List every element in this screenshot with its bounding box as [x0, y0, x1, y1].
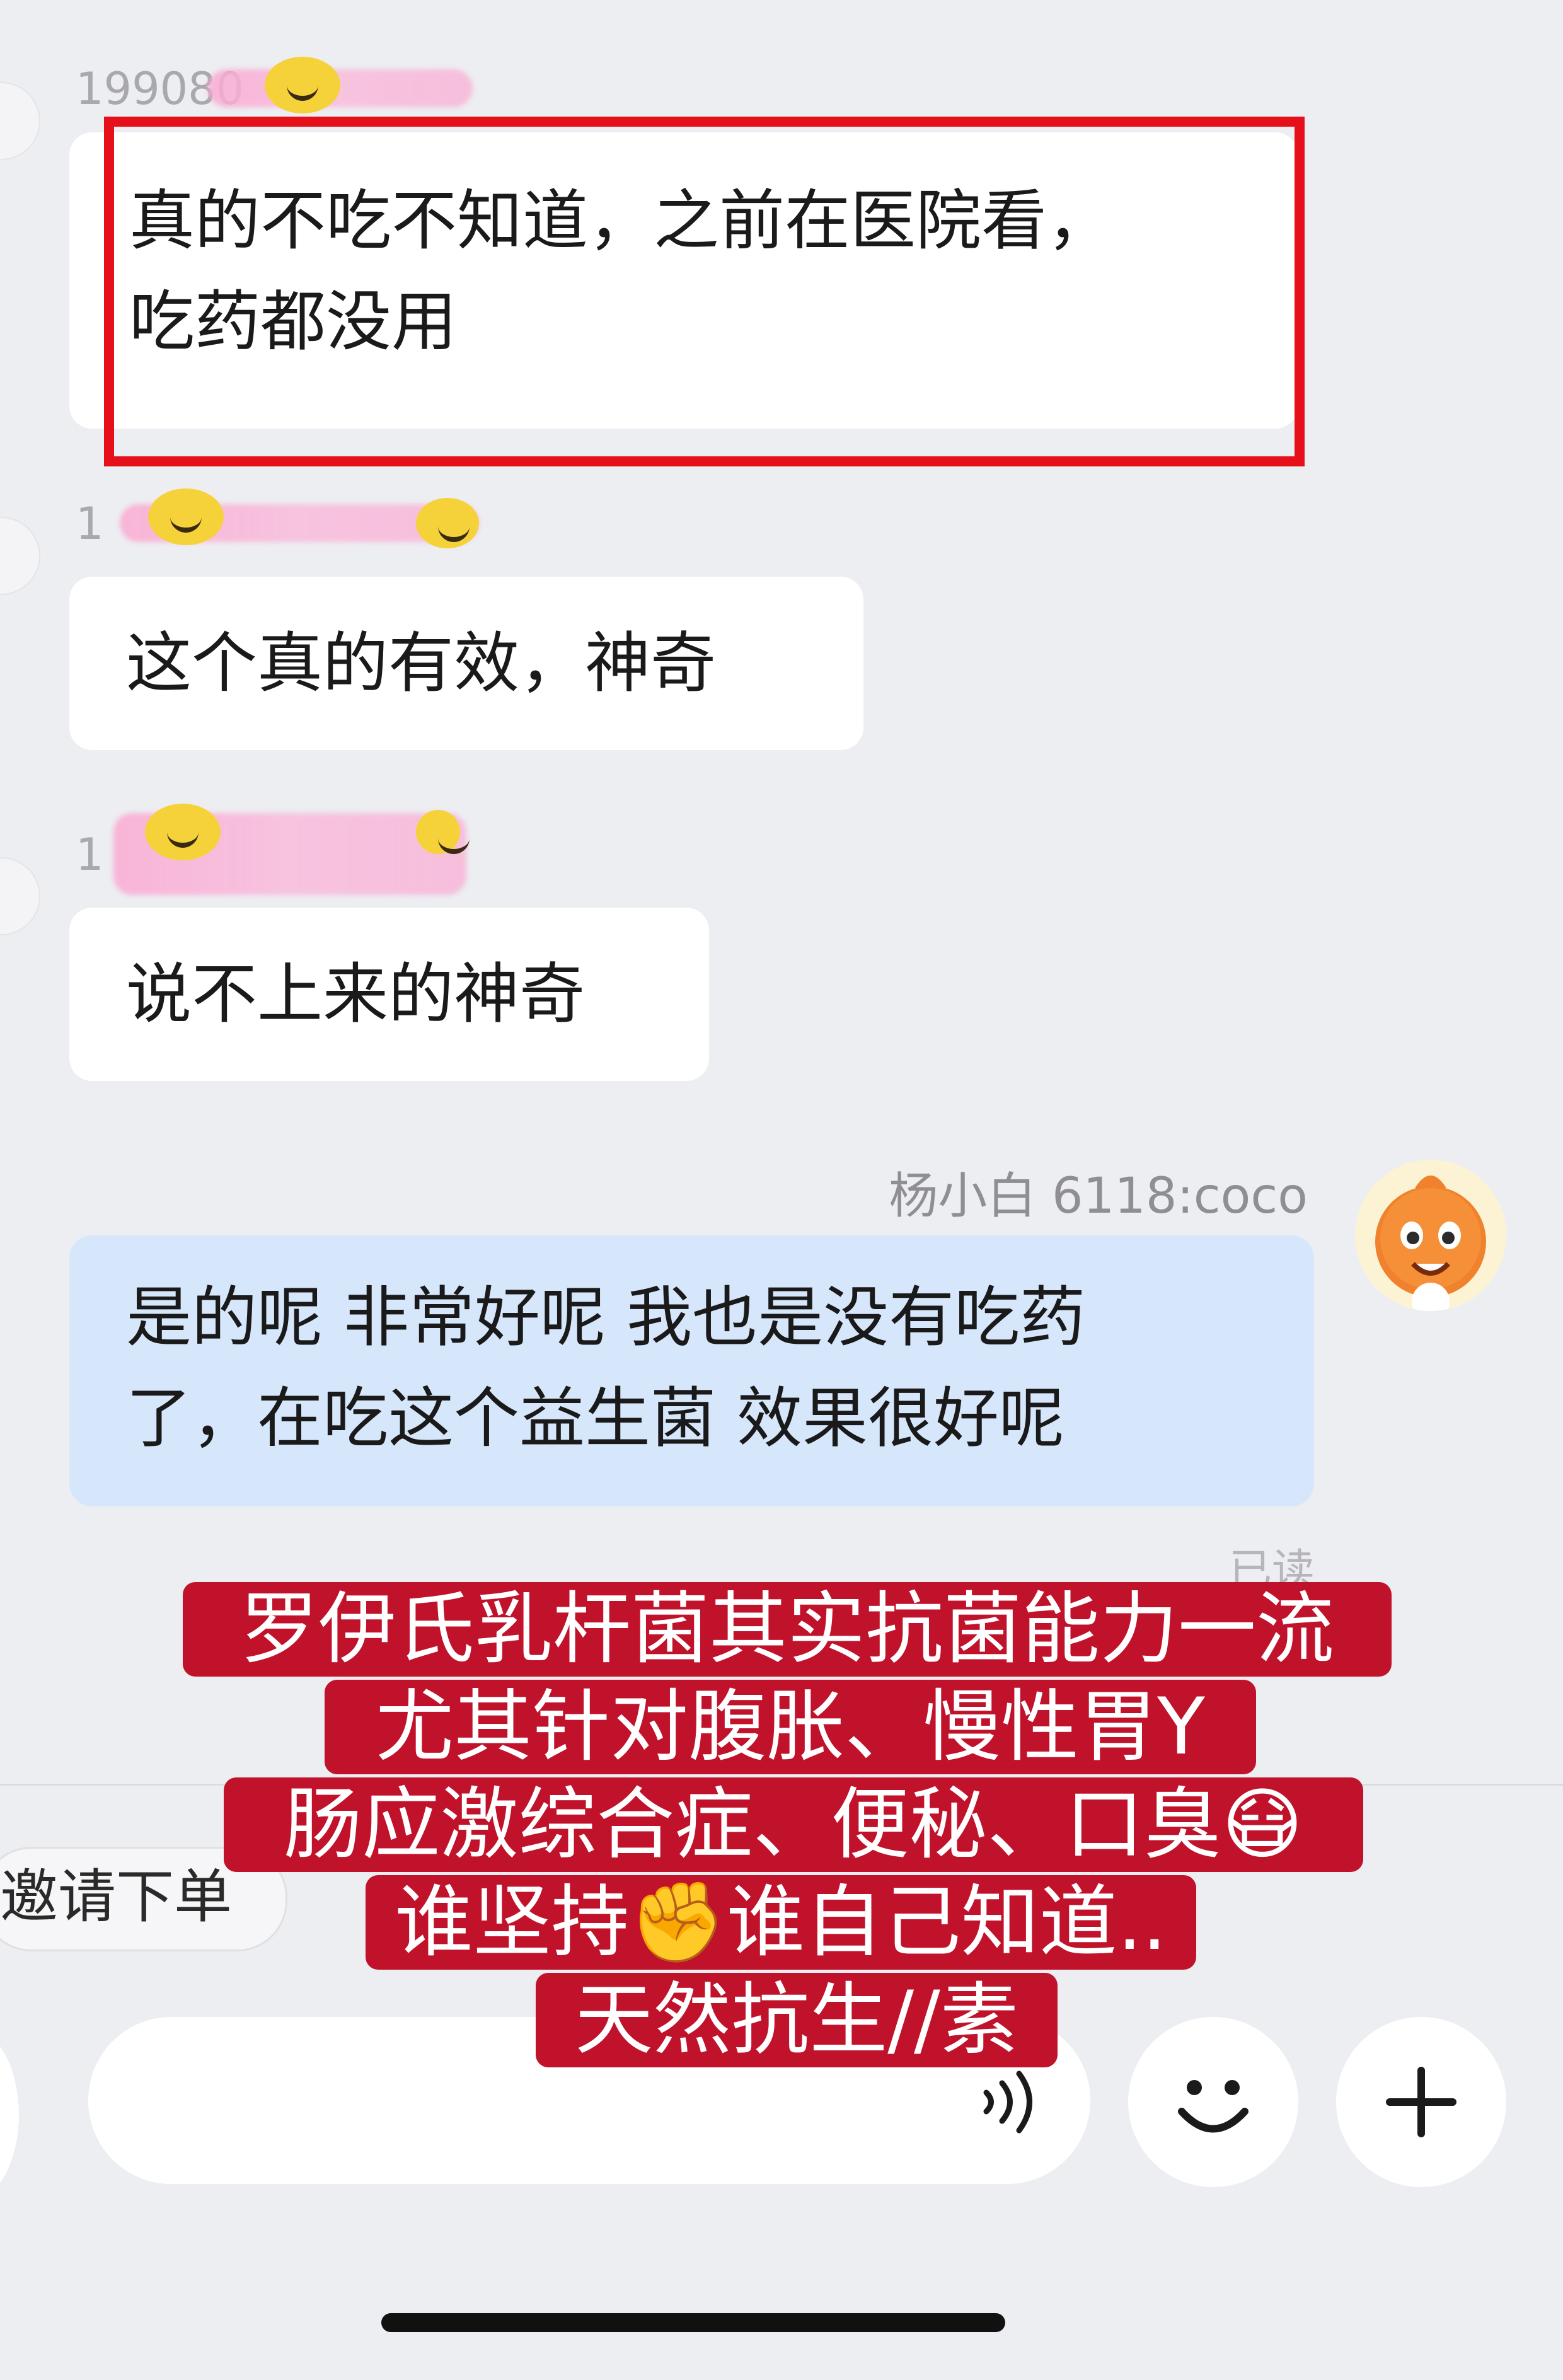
smile-icon [1178, 2080, 1249, 2133]
message-bubble[interactable]: 说不上来的神奇 [69, 908, 709, 1081]
user-avatar[interactable] [1355, 1160, 1506, 1311]
home-indicator[interactable] [381, 2313, 1005, 2332]
emoji-sticker [416, 810, 470, 854]
contact-avatar[interactable] [0, 82, 40, 160]
invite-order-label: 邀请下单 [0, 1863, 233, 1931]
emoji-sticker [148, 488, 224, 545]
overlay-caption-line: 谁坚持✊谁自己知道.. [366, 1875, 1196, 1970]
overlay-caption-line: 天然抗生//素 [536, 1973, 1058, 2067]
emoji-sticker [265, 57, 340, 113]
message-text: 是的呢 非常好呢 我也是没有吃药 [126, 1279, 1086, 1356]
emoji-button[interactable] [1128, 2017, 1298, 2187]
overlay-caption-line: 肠应激综合症、便秘、口臭😷 [224, 1777, 1363, 1872]
sender-name: 1 [76, 498, 104, 550]
voice-wave-icon[interactable] [974, 2064, 1049, 2140]
contact-avatar[interactable] [0, 517, 40, 595]
emoji-sticker [416, 498, 479, 548]
plus-icon [1386, 2067, 1456, 2137]
overlay-caption-line: 罗伊氏乳杆菌其实抗菌能力一流 [183, 1582, 1392, 1677]
contact-avatar[interactable] [0, 857, 40, 935]
message-bubble[interactable]: 是的呢 非常好呢 我也是没有吃药 了，在吃这个益生菌 效果很好呢 [69, 1235, 1314, 1506]
plus-button[interactable] [1336, 2017, 1506, 2187]
message-bubble[interactable]: 这个真的有效，神奇 [69, 577, 863, 750]
voice-button[interactable] [0, 2030, 19, 2200]
message-text: 了，在吃这个益生菌 效果很好呢 [126, 1380, 1065, 1457]
redaction-blur [208, 69, 473, 107]
sender-name: 1 [76, 829, 104, 881]
highlight-frame [104, 117, 1305, 466]
sender-name: 杨小白 6118:coco [889, 1168, 1308, 1225]
overlay-caption-line: 尤其针对腹胀、慢性胃Y [325, 1680, 1256, 1774]
emoji-sticker [145, 804, 221, 860]
